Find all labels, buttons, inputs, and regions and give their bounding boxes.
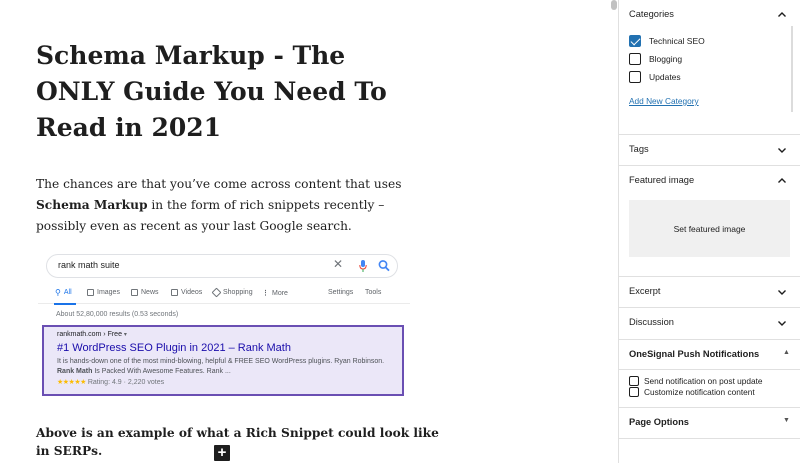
- panel-title: OneSignal Push Notifications: [629, 349, 760, 359]
- chevron-down-icon: [778, 290, 786, 295]
- paragraph-bold-text: Schema Markup: [36, 198, 148, 212]
- serp-query-text: rank math suite: [58, 260, 120, 270]
- add-block-button[interactable]: +: [214, 445, 230, 461]
- serp-result-rating: ★★★★★ Rating: 4.9 · 2,220 votes: [57, 377, 389, 388]
- snippet-text-end: Is Packed With Awesome Features. Rank ..…: [92, 368, 231, 375]
- microphone-icon: [359, 260, 367, 272]
- panel-title: Featured image: [629, 175, 695, 185]
- serp-result-cite: rankmath.com › Free ▾: [57, 330, 389, 340]
- serp-cite-text: rankmath.com › Free: [57, 331, 122, 338]
- triangle-down-icon: ▼: [783, 417, 790, 424]
- chevron-down-icon: [778, 148, 786, 153]
- checkbox[interactable]: [629, 71, 641, 83]
- checkbox[interactable]: [629, 387, 639, 397]
- onesignal-customize-content[interactable]: Customize notification content: [629, 387, 755, 397]
- category-updates[interactable]: Updates: [629, 71, 681, 83]
- panel-title: Excerpt: [629, 286, 661, 296]
- checkbox[interactable]: [629, 376, 639, 386]
- serp-search-box: rank math suite ✕: [46, 254, 398, 278]
- option-label: Send notification on post update: [644, 376, 763, 386]
- serp-tabs: ⚲ All Images News Videos Shopping ⋮ More S…: [38, 287, 410, 304]
- serp-tab-label: Images: [97, 289, 120, 296]
- category-label: Technical SEO: [649, 36, 705, 46]
- more-dots-icon: ⋮: [262, 290, 269, 297]
- snippet-text: It is hands-down one of the most mind-bl…: [57, 358, 385, 365]
- serp-result-snippet: It is hands-down one of the most mind-bl…: [57, 357, 389, 377]
- serp-tab-label: All: [63, 289, 72, 296]
- panel-featured-image-header[interactable]: Featured image: [619, 165, 800, 196]
- serp-result-title: #1 WordPress SEO Plugin in 2021 – Rank M…: [57, 342, 291, 354]
- option-label: Customize notification content: [644, 387, 755, 397]
- serp-image-block[interactable]: rank math suite ✕ ⚲ All Images News Video…: [38, 248, 410, 400]
- serp-rich-result: rankmath.com › Free ▾ #1 WordPress SEO P…: [42, 325, 404, 396]
- serp-tab-news: News: [131, 289, 159, 296]
- panel-excerpt-header[interactable]: Excerpt: [619, 276, 800, 307]
- editor-scrollbar[interactable]: [610, 0, 618, 463]
- triangle-up-icon: ▲: [783, 349, 790, 356]
- serp-tab-videos: Videos: [171, 289, 202, 296]
- category-label: Updates: [649, 72, 681, 82]
- checkbox-checked[interactable]: [629, 35, 641, 47]
- panel-onesignal-header[interactable]: OneSignal Push Notifications ▲: [619, 339, 800, 370]
- serp-tab-more: ⋮ More: [262, 289, 288, 298]
- editor-canvas[interactable]: Schema Markup - The ONLY Guide You Need …: [0, 0, 610, 463]
- tag-icon: [211, 287, 222, 298]
- panel-title: Discussion: [629, 317, 674, 327]
- serp-tab-label: More: [272, 289, 288, 297]
- post-title[interactable]: Schema Markup - The ONLY Guide You Need …: [36, 38, 416, 146]
- serp-active-tab-indicator: [54, 303, 76, 305]
- video-icon: [171, 289, 178, 296]
- category-blogging[interactable]: Blogging: [629, 53, 682, 65]
- star-rating-icon: ★★★★★: [57, 379, 86, 386]
- news-icon: [131, 289, 138, 296]
- category-technical-seo[interactable]: Technical SEO: [629, 35, 705, 47]
- chevron-up-icon: [778, 178, 786, 183]
- onesignal-send-on-update[interactable]: Send notification on post update: [629, 376, 763, 386]
- scrollbar-thumb[interactable]: [611, 0, 617, 10]
- serp-tab-label: Videos: [181, 289, 203, 296]
- paragraph-text: The chances are that you’ve come across …: [36, 177, 402, 191]
- serp-tab-label: Shopping: [223, 289, 253, 296]
- search-icon: [378, 260, 390, 272]
- caret-down-icon: ▾: [123, 332, 127, 338]
- clear-icon: ✕: [333, 257, 344, 271]
- serp-tab-settings: Settings: [328, 289, 354, 296]
- snippet-bold-text: Rank Math: [57, 368, 93, 375]
- paragraph-block[interactable]: The chances are that you’ve come across …: [36, 174, 416, 237]
- serp-tab-label: News: [141, 289, 159, 296]
- settings-sidebar: Categories Technical SEO Blogging Update…: [619, 0, 800, 463]
- panel-separator: [619, 369, 800, 370]
- serp-tab-images: Images: [87, 289, 120, 296]
- panel-discussion-header[interactable]: Discussion: [619, 307, 800, 338]
- rating-text: Rating: 4.9 · 2,220 votes: [87, 379, 165, 386]
- chevron-down-icon: [778, 321, 786, 326]
- panel-categories-header[interactable]: Categories: [619, 0, 800, 31]
- serp-tab-all: ⚲ All: [55, 288, 72, 297]
- category-label: Blogging: [649, 54, 683, 64]
- panel-separator: [619, 438, 800, 439]
- add-new-category-link[interactable]: Add New Category: [629, 96, 699, 106]
- serp-tab-shopping: Shopping: [211, 287, 253, 298]
- panel-tags-header[interactable]: Tags: [619, 134, 800, 165]
- category-list-scrollbar[interactable]: [789, 26, 795, 112]
- serp-tab-tools: Tools: [365, 289, 382, 296]
- caption-paragraph[interactable]: Above is an example of what a Rich Snipp…: [36, 424, 456, 460]
- panel-title: Categories: [629, 9, 674, 19]
- image-icon: [87, 289, 94, 296]
- panel-title: Tags: [629, 144, 649, 154]
- panel-page-options-header[interactable]: Page Options ▼: [619, 407, 800, 438]
- search-icon: ⚲: [55, 288, 61, 297]
- serp-result-stats: About 52,80,000 results (0.53 seconds): [56, 311, 179, 318]
- chevron-up-icon: [778, 12, 786, 17]
- checkbox[interactable]: [629, 53, 641, 65]
- set-featured-image-button[interactable]: Set featured image: [629, 200, 790, 257]
- panel-title: Page Options: [629, 417, 689, 427]
